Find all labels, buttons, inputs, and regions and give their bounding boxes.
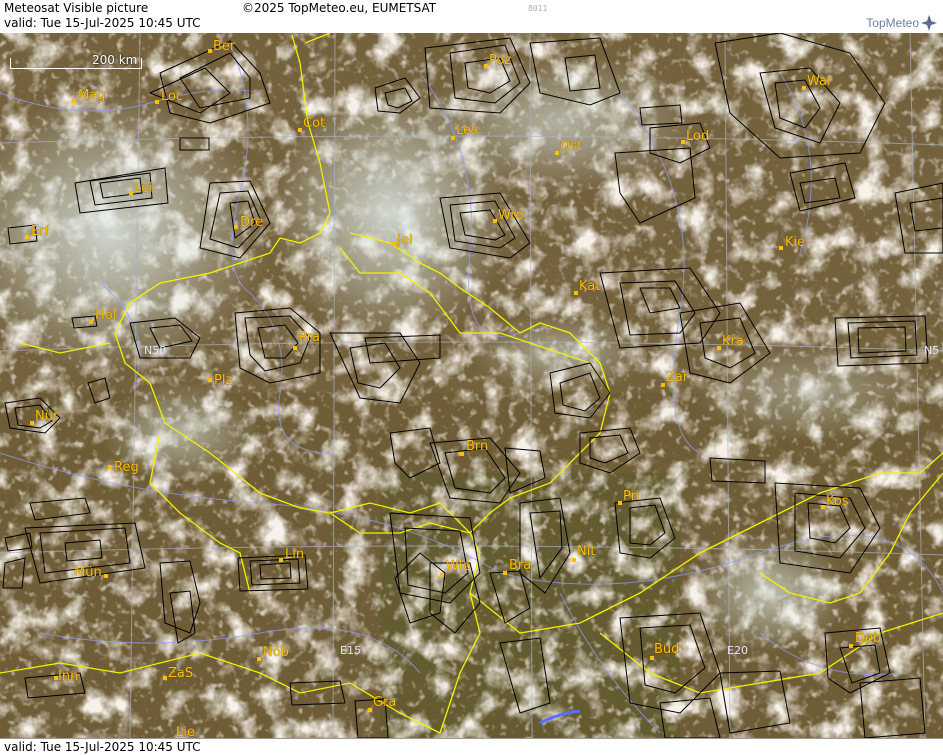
city-marker — [779, 246, 783, 250]
footer: valid: Tue 15-Jul-2025 10:45 UTC — [0, 738, 943, 755]
city-marker — [298, 128, 302, 132]
city-marker — [493, 219, 497, 223]
city-label-plz[interactable]: Plz — [214, 373, 232, 388]
satellite-image — [0, 33, 943, 738]
compass-icon — [921, 15, 937, 31]
city-marker — [681, 140, 685, 144]
city-marker — [574, 291, 578, 295]
city-marker — [368, 708, 372, 712]
city-marker — [108, 465, 112, 469]
longitude-label-e20: E20 — [727, 644, 748, 657]
copyright: ©2025 TopMeteo.eu, EUMETSAT — [242, 1, 437, 15]
city-marker — [572, 558, 576, 562]
city-marker — [89, 320, 93, 324]
latitude-label-n50: N50 — [144, 344, 167, 357]
city-label-kie[interactable]: Kie — [785, 235, 805, 250]
city-label-erf[interactable]: Erf — [31, 224, 49, 239]
city-label-kra[interactable]: Kra — [722, 334, 744, 349]
city-marker — [129, 191, 133, 195]
city-label-deb[interactable]: Deb — [855, 631, 881, 646]
city-marker — [30, 421, 34, 425]
city-label-reg[interactable]: Reg — [114, 460, 139, 475]
city-marker — [484, 64, 488, 68]
city-label-zar[interactable]: Zar — [666, 370, 688, 385]
city-label-brn[interactable]: Brn — [466, 439, 488, 454]
latitude-label-n50-right: N5 — [924, 344, 940, 357]
city-label-bud[interactable]: Bud — [654, 642, 679, 657]
header: Meteosat Visible picture valid: Tue 15-J… — [0, 0, 943, 34]
city-marker — [717, 346, 721, 350]
city-label-jel[interactable]: Jel — [397, 233, 412, 248]
city-label-lin[interactable]: Lin — [285, 547, 304, 562]
city-marker — [104, 574, 108, 578]
city-label-wro[interactable]: Wro — [498, 208, 523, 223]
city-label-bra[interactable]: Bra — [509, 558, 531, 573]
city-marker — [163, 676, 167, 680]
city-label-dre[interactable]: Dre — [240, 215, 263, 230]
city-marker — [460, 452, 464, 456]
city-marker — [802, 86, 806, 90]
valid-time: valid: Tue 15-Jul-2025 10:45 UTC — [4, 16, 201, 30]
city-label-inn[interactable]: Inn — [58, 669, 78, 684]
city-label-mag[interactable]: Mag — [78, 88, 105, 103]
city-label-lod[interactable]: Lod — [686, 129, 709, 144]
city-label-pra[interactable]: Pra — [299, 330, 320, 345]
city-label-hof[interactable]: Hof — [95, 308, 117, 323]
city-marker — [821, 505, 825, 509]
city-marker — [155, 100, 159, 104]
city-label-mun[interactable]: Mün — [74, 565, 102, 580]
footer-valid-time: valid: Tue 15-Jul-2025 10:45 UTC — [4, 740, 201, 754]
city-label-nur[interactable]: Nür — [35, 409, 58, 424]
city-label-pri[interactable]: Pri — [623, 489, 640, 504]
city-label-kat[interactable]: Kat — [579, 279, 600, 294]
city-label-lei[interactable]: Lei — [134, 181, 153, 196]
city-marker — [72, 99, 76, 103]
city-marker — [440, 573, 444, 577]
city-marker — [234, 225, 238, 229]
city-label-nit[interactable]: Nit — [577, 544, 595, 559]
city-marker — [279, 558, 283, 562]
scale-label: 200 km — [92, 53, 138, 67]
topmeteo-logo[interactable]: TopMeteo — [827, 3, 937, 31]
city-label-gra[interactable]: Gra — [373, 695, 396, 710]
city-label-kos[interactable]: Kos — [826, 494, 849, 509]
city-label-wie[interactable]: Wie — [446, 559, 470, 574]
city-label-war[interactable]: War — [807, 74, 832, 89]
city-label-les[interactable]: Les — [456, 123, 478, 138]
product-title: Meteosat Visible picture — [4, 1, 149, 15]
city-label-zas[interactable]: ZaS — [168, 666, 193, 681]
city-label-cot[interactable]: Cot — [303, 116, 325, 131]
city-marker — [293, 346, 297, 350]
city-marker — [618, 501, 622, 505]
city-marker — [257, 657, 261, 661]
city-marker — [503, 571, 507, 575]
city-label-loc[interactable]: Loc — [161, 89, 183, 104]
image-code: 8011 — [528, 4, 548, 13]
city-label-ost[interactable]: Ost — [560, 139, 582, 154]
satellite-map[interactable]: 200 km N50 N5 E15 E20 Ber Mag Loc Cot Po… — [0, 33, 943, 738]
city-marker — [451, 136, 455, 140]
city-label-nob[interactable]: Nöb — [263, 645, 289, 660]
longitude-label-e15: E15 — [340, 644, 361, 657]
city-marker — [661, 383, 665, 387]
city-marker — [555, 151, 559, 155]
city-label-ber[interactable]: Ber — [213, 39, 235, 54]
city-label-lie[interactable]: Lie — [176, 725, 195, 738]
city-marker — [391, 242, 395, 246]
city-marker — [849, 644, 853, 648]
city-marker — [25, 235, 29, 239]
city-label-poz[interactable]: Poz — [489, 53, 511, 68]
city-marker — [208, 378, 212, 382]
city-marker — [208, 49, 212, 53]
brand-name: TopMeteo — [866, 16, 919, 30]
